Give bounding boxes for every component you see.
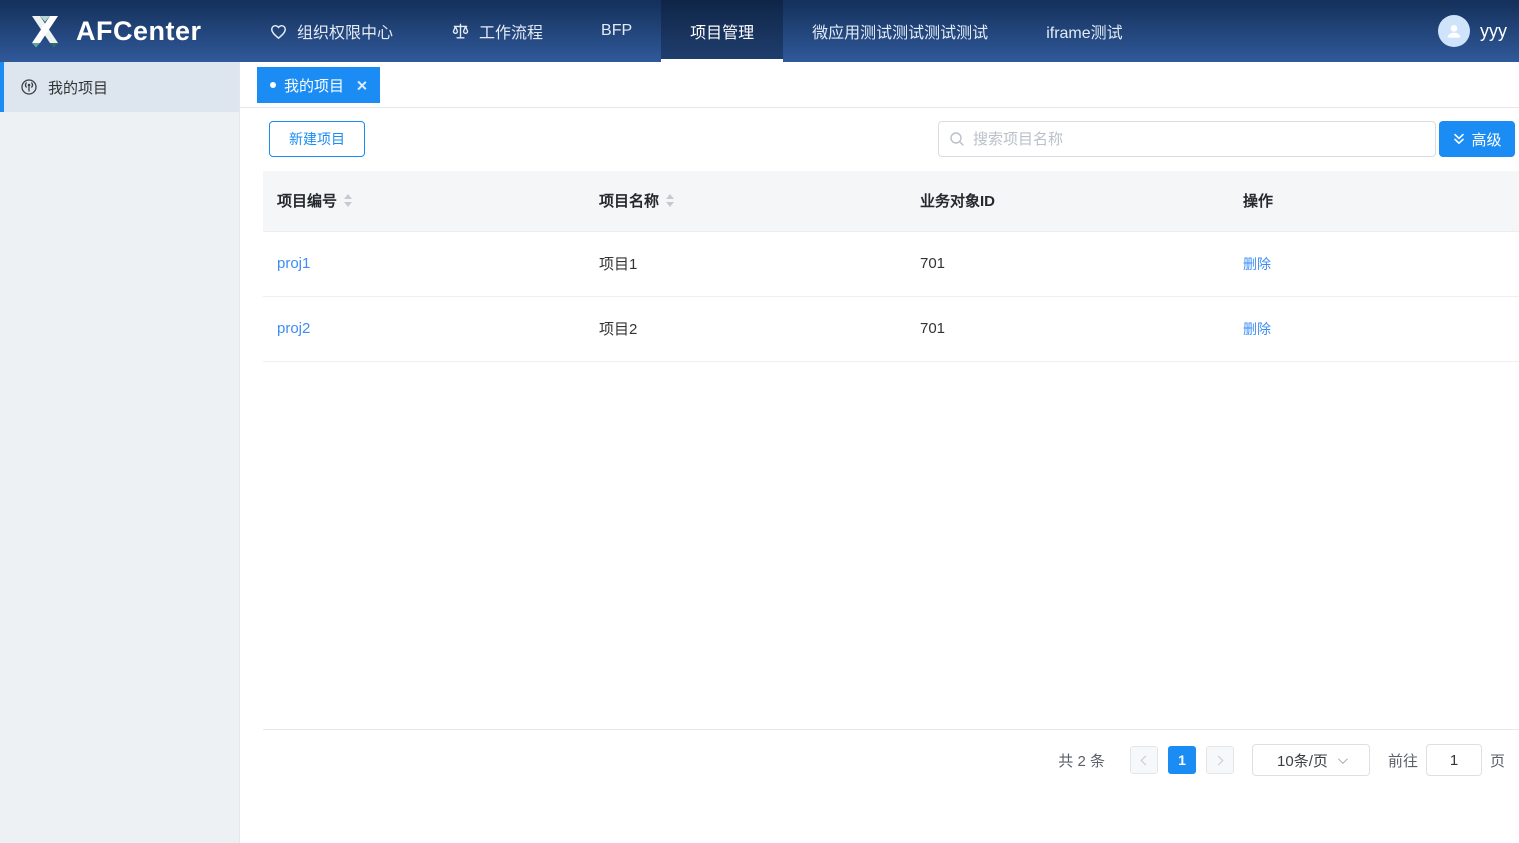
user-name: yyy — [1480, 21, 1507, 42]
column-header-business-object-id: 业务对象ID — [906, 171, 1229, 231]
pagination-total: 共 2 条 — [1058, 750, 1105, 771]
afcenter-logo-icon — [26, 12, 64, 50]
projects-table: 项目编号 项目名称 业务对象ID 操作 — [263, 171, 1519, 362]
pagination-divider — [263, 729, 1519, 730]
column-header-project-name[interactable]: 项目名称 — [585, 171, 906, 231]
project-name-cell: 项目2 — [599, 321, 637, 338]
nav-item-label: 项目管理 — [690, 19, 754, 43]
project-code-link[interactable]: proj2 — [277, 320, 310, 337]
delete-link[interactable]: 删除 — [1243, 256, 1271, 272]
tab-active-dot-icon — [270, 82, 276, 88]
project-code-link[interactable]: proj1 — [277, 255, 310, 272]
nav-item-project-management[interactable]: 项目管理 — [661, 0, 783, 62]
sidebar: 我的项目 — [0, 62, 240, 843]
column-header-actions: 操作 — [1229, 171, 1519, 231]
nav-item-iframe-test[interactable]: iframe测试 — [1017, 0, 1151, 62]
top-navbar: AFCenter 组织权限中心 工作流程 — [0, 0, 1519, 62]
tab-my-projects[interactable]: 我的项目 — [257, 67, 380, 103]
app-title: AFCenter — [76, 16, 202, 47]
main-content: 我的项目 新建项目 — [240, 62, 1519, 843]
table-row: proj1 项目1 701 删除 — [263, 231, 1519, 296]
sidebar-item-my-projects[interactable]: 我的项目 — [0, 62, 239, 112]
business-object-id-cell: 701 — [920, 320, 945, 337]
toolbar: 新建项目 高级 — [240, 108, 1519, 171]
column-label: 操作 — [1243, 190, 1273, 211]
nav-item-label: 微应用测试测试测试测试 — [812, 19, 988, 43]
table-row: proj2 项目2 701 删除 — [263, 296, 1519, 361]
page-size-value: 10条/页 — [1277, 750, 1328, 771]
chevron-left-icon — [1141, 755, 1151, 765]
page-unit-label: 页 — [1490, 750, 1505, 771]
chevron-down-icon — [1338, 754, 1348, 764]
page-number-1[interactable]: 1 — [1168, 746, 1196, 774]
prev-page-button[interactable] — [1130, 746, 1158, 774]
nav-item-label: 组织权限中心 — [297, 19, 393, 43]
table-header-row: 项目编号 项目名称 业务对象ID 操作 — [263, 171, 1519, 231]
nav-item-bfp[interactable]: BFP — [572, 0, 661, 62]
column-header-project-code[interactable]: 项目编号 — [263, 171, 585, 231]
sort-icon[interactable] — [344, 194, 352, 207]
heart-icon — [269, 22, 288, 41]
new-project-button[interactable]: 新建项目 — [269, 121, 365, 157]
nav-item-label: 工作流程 — [479, 19, 543, 43]
nav-item-label: BFP — [601, 22, 632, 40]
sidebar-item-label: 我的项目 — [48, 77, 108, 98]
next-page-button[interactable] — [1206, 746, 1234, 774]
main-nav: 组织权限中心 工作流程 BFP 项目管理 微应用测试测试测试测试 — [240, 0, 1152, 62]
tab-label: 我的项目 — [284, 75, 344, 96]
search-box — [938, 121, 1436, 157]
delete-link[interactable]: 删除 — [1243, 321, 1271, 337]
user-menu[interactable]: yyy — [1438, 0, 1519, 62]
tab-bar: 我的项目 — [240, 62, 1519, 108]
broadcast-icon — [20, 78, 38, 96]
nav-item-label: iframe测试 — [1046, 19, 1122, 43]
sort-icon[interactable] — [666, 194, 674, 207]
nav-item-workflow[interactable]: 工作流程 — [422, 0, 572, 62]
chevron-right-icon — [1214, 755, 1224, 765]
search-icon — [949, 131, 965, 147]
search-group: 高级 — [938, 121, 1515, 157]
brand-logo[interactable]: AFCenter — [0, 0, 240, 62]
scale-icon — [451, 22, 470, 41]
column-label: 业务对象ID — [920, 190, 995, 211]
tab-close-icon[interactable] — [356, 80, 367, 91]
nav-item-microapp-test[interactable]: 微应用测试测试测试测试 — [783, 0, 1017, 62]
goto-label: 前往 — [1388, 750, 1418, 771]
column-label: 项目名称 — [599, 190, 659, 211]
advanced-search-button[interactable]: 高级 — [1439, 121, 1515, 157]
search-input[interactable] — [973, 131, 1425, 148]
advanced-button-label: 高级 — [1471, 129, 1501, 150]
goto-page-input[interactable] — [1426, 744, 1482, 776]
page-size-select[interactable]: 10条/页 — [1252, 744, 1370, 776]
double-chevron-down-icon — [1452, 132, 1466, 146]
project-name-cell: 项目1 — [599, 256, 637, 273]
nav-item-org-permission-center[interactable]: 组织权限中心 — [240, 0, 422, 62]
user-avatar — [1438, 15, 1470, 47]
business-object-id-cell: 701 — [920, 255, 945, 272]
pagination: 共 2 条 1 10条/页 前往 页 — [1058, 744, 1505, 776]
column-label: 项目编号 — [277, 190, 337, 211]
